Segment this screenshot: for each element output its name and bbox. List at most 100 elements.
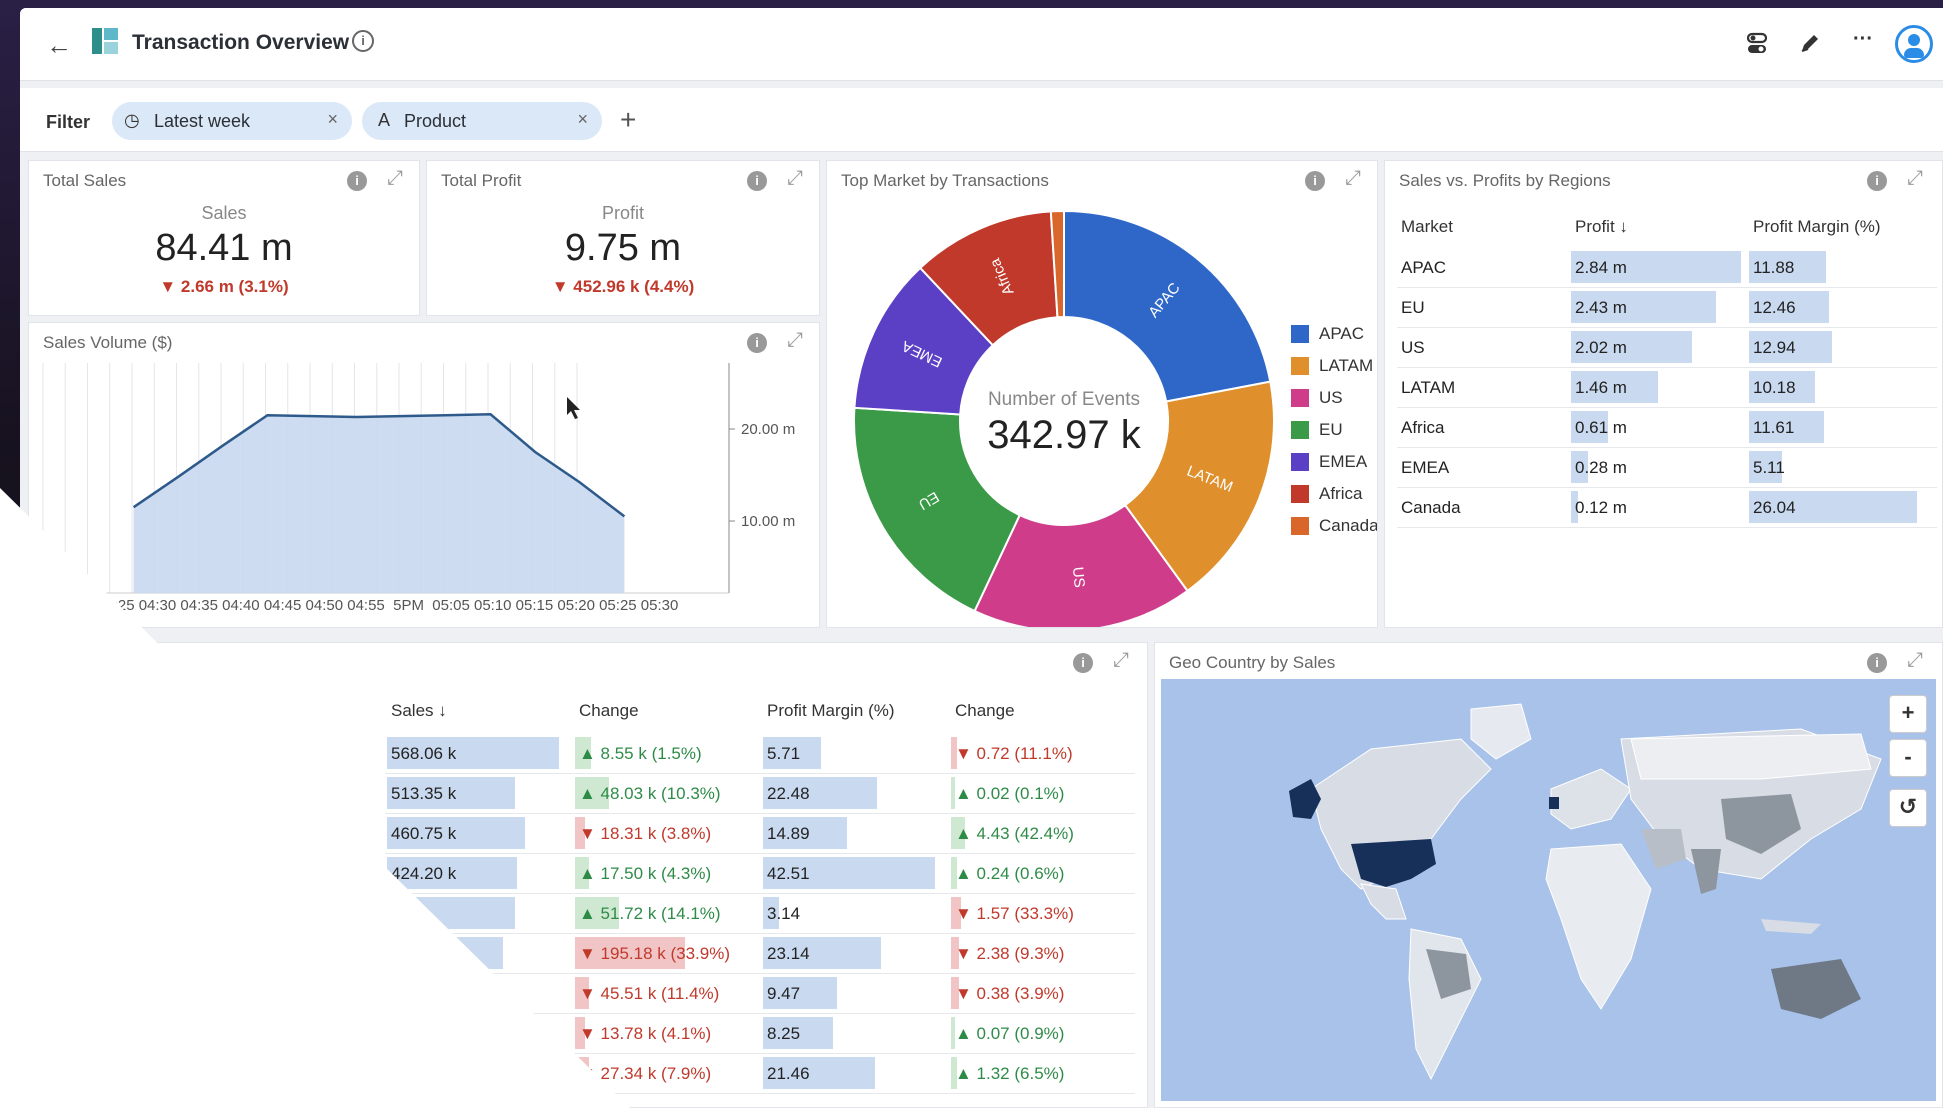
cell-bar <box>387 1017 491 1049</box>
panel-title: Total Sales <box>43 171 127 190</box>
column-header[interactable]: Profit Margin (%) <box>767 701 895 721</box>
cell-text: 1.46 m <box>1575 378 1627 397</box>
expand-icon[interactable]: ⤢ <box>1907 649 1923 672</box>
user-avatar-icon[interactable] <box>1895 25 1933 63</box>
row-divider <box>1397 447 1937 448</box>
legend-item[interactable]: APAC <box>1291 319 1377 351</box>
info-icon[interactable]: i <box>347 171 367 191</box>
cell-text: 0.61 m <box>1575 418 1627 437</box>
panel-title: Total Profit <box>441 171 522 190</box>
kpi-caption: Sales <box>201 203 247 223</box>
legend-item[interactable]: Canada <box>1291 511 1377 543</box>
cell-text: Canada <box>1401 498 1461 517</box>
margin-cell: 23.14 <box>763 935 943 971</box>
cell-text: 11.61 <box>1753 418 1795 437</box>
dashboard-logo-icon <box>92 28 118 54</box>
sales-cell: 424.20 k <box>387 855 567 891</box>
cell-text: ▼ 0.72 (11.1%) <box>955 744 1073 763</box>
cell-text: 21.46 <box>767 1064 810 1083</box>
cell-text: 568.06 k <box>391 744 457 763</box>
margin-cell: 12.46 <box>1749 289 1929 325</box>
text-type-icon: A <box>378 110 391 130</box>
row-divider <box>385 853 1135 854</box>
donut-legend: APAC LATAM US EU EMEA Africa Canada <box>1291 319 1377 543</box>
market-cell: APAC <box>1397 249 1567 285</box>
legend-item[interactable]: LATAM <box>1291 351 1377 383</box>
add-filter-button[interactable]: + <box>620 104 636 136</box>
profit-cell: 0.61 m <box>1571 409 1751 445</box>
profit-cell: 0.28 m <box>1571 449 1751 485</box>
column-header[interactable]: Change <box>955 701 1015 721</box>
info-icon[interactable]: i <box>352 30 374 52</box>
filter-chip-latest-week[interactable]: ◷ Latest week × <box>112 102 352 140</box>
zoom-in-button[interactable]: + <box>1889 695 1927 733</box>
cell-text: ▲ 8.55 k (1.5%) <box>579 744 702 763</box>
column-header[interactable]: Profit Margin (%) <box>1753 217 1881 237</box>
regions-table: Market Profit ↓ Profit Margin (%) APAC 2.84 … <box>1385 161 1942 627</box>
cell-text: 2.84 m <box>1575 258 1627 277</box>
cell-text: 11.88 <box>1753 258 1795 277</box>
header-bar: ← Transaction Overview i ··· <box>20 8 1943 81</box>
sales-cell <box>387 1055 567 1091</box>
donut-slice-label: US <box>1069 566 1088 588</box>
close-icon[interactable]: × <box>327 109 338 130</box>
expand-icon[interactable]: ⤢ <box>787 167 803 190</box>
kpi-change: ▼ 2.66 m (3.1%) <box>159 277 289 296</box>
profit-cell: 2.84 m <box>1571 249 1751 285</box>
margin-change-cell: ▲ 4.43 (42.4%) <box>951 815 1131 851</box>
cell-text: 10.18 <box>1753 378 1796 397</box>
more-options-icon[interactable]: ··· <box>1853 28 1873 51</box>
legend-item[interactable]: EMEA <box>1291 447 1377 479</box>
page-title: Transaction Overview <box>132 31 350 54</box>
margin-cell: 11.61 <box>1749 409 1929 445</box>
geo-panel: Geo Country by Sales i ⤢ + - ↺ <box>1154 642 1943 1108</box>
legend-item[interactable]: US <box>1291 383 1377 415</box>
cell-text: ▲ 0.02 (0.1%) <box>955 784 1065 803</box>
column-header[interactable]: Change <box>579 701 639 721</box>
products-table: Sales ↓ Change Profit Margin (%) Change 568.… <box>29 643 1147 1107</box>
zoom-out-button[interactable]: - <box>1889 739 1927 777</box>
sales-cell <box>387 1015 567 1051</box>
indonesia-shape <box>1761 919 1821 934</box>
sales-cell: 513.35 k <box>387 775 567 811</box>
column-header[interactable]: Profit ↓ <box>1575 217 1628 237</box>
sales-cell: 568.06 k <box>387 735 567 771</box>
back-arrow-icon[interactable]: ← <box>46 30 72 61</box>
row-divider <box>385 813 1135 814</box>
market-cell: EU <box>1397 289 1567 325</box>
russia-shape <box>1630 733 1872 780</box>
world-map[interactable] <box>1161 679 1936 1101</box>
total-profit-panel: Total Profit i ⤢ Profit 9.75 m ▼ 452.96 … <box>426 160 820 316</box>
cell-text: ▲ 1.32 (6.5%) <box>955 1064 1065 1083</box>
change-cell: ▲ 8.55 k (1.5%) <box>575 735 755 771</box>
cell-text: ▼ 2.38 (9.3%) <box>955 944 1065 963</box>
info-icon[interactable]: i <box>1867 653 1887 673</box>
change-cell: ▼ 27.34 k (7.9%) <box>575 1055 755 1091</box>
sales-area <box>133 414 625 593</box>
row-divider <box>1397 527 1937 528</box>
filter-chip-product[interactable]: A Product × <box>362 102 602 140</box>
profit-cell: 1.46 m <box>1571 369 1751 405</box>
kpi-value: 9.75 m <box>564 227 682 269</box>
legend-item[interactable]: Africa <box>1291 479 1377 511</box>
cell-text: ▲ 4.43 (42.4%) <box>955 824 1074 843</box>
reset-view-button[interactable]: ↺ <box>1889 789 1927 827</box>
info-icon[interactable]: i <box>747 171 767 191</box>
kpi-value: 84.41 m <box>155 227 293 269</box>
margin-cell: 9.47 <box>763 975 943 1011</box>
expand-icon[interactable]: ⤢ <box>387 167 403 190</box>
margin-cell: 8.25 <box>763 1015 943 1051</box>
column-header[interactable]: Sales ↓ <box>391 701 447 721</box>
donut-center-label: Number of Events <box>987 389 1141 410</box>
legend-swatch <box>1291 517 1309 535</box>
toggle-settings-icon[interactable] <box>1746 32 1768 62</box>
legend-item[interactable]: EU <box>1291 415 1377 447</box>
close-icon[interactable]: × <box>577 109 588 130</box>
market-cell: US <box>1397 329 1567 365</box>
dashboard-app: ← Transaction Overview i ··· Filter ◷ La… <box>20 8 1943 1108</box>
edit-pencil-icon[interactable] <box>1799 32 1821 60</box>
margin-change-cell: ▼ 0.72 (11.1%) <box>951 735 1131 771</box>
sales-cell: 05 k <box>387 895 567 931</box>
row-divider <box>1397 287 1937 288</box>
column-header[interactable]: Market <box>1401 217 1453 237</box>
